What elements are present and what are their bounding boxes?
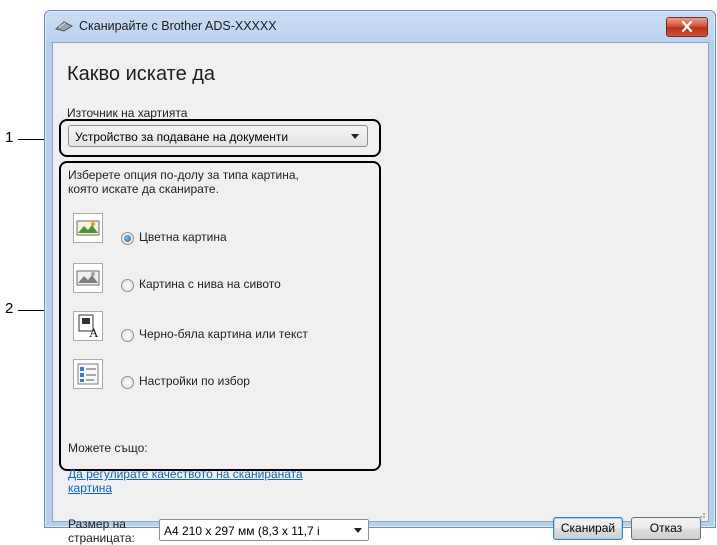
custom-settings-label[interactable]: Настройки по избор [139, 374, 250, 388]
resize-grip-icon[interactable] [696, 509, 706, 519]
close-button[interactable] [666, 17, 708, 37]
page-size-label-line: страницата: [68, 531, 135, 545]
picture-type-description: Изберете опция по-долу за типа картина, … [68, 168, 358, 196]
callout-2: 2 [5, 300, 14, 317]
description-line: Изберете опция по-долу за типа картина, [68, 168, 299, 182]
color-picture-label[interactable]: Цветна картина [139, 230, 227, 244]
grayscale-picture-label[interactable]: Картина с нива на сивото [139, 277, 281, 291]
link-line[interactable]: картина [68, 481, 358, 495]
description-line: която искате да сканирате. [68, 182, 219, 196]
paper-source-label: Източник на хартията [67, 106, 188, 120]
color-picture-icon[interactable] [73, 213, 103, 243]
title-bar: Сканирайте с Brother ADS-XXXXX [45, 11, 715, 41]
scan-dialog-window: Сканирайте с Brother ADS-XXXXX Какво иск… [44, 10, 716, 545]
black-white-text-radio[interactable] [121, 329, 134, 342]
page-title: Какво искате да [67, 63, 216, 85]
grayscale-picture-icon[interactable] [73, 263, 103, 293]
dialog-body: Какво искате да Източник на хартията Уст… [52, 42, 709, 545]
black-white-text-label[interactable]: Черно-бяла картина или текст [139, 327, 308, 341]
page-size-label: Размер на страницата: [68, 517, 135, 545]
page-size-dropdown[interactable]: A4 210 x 297 мм (8,3 x 11,7 i [159, 519, 369, 541]
also-label: Можете също: [68, 441, 148, 455]
custom-settings-icon[interactable] [73, 359, 103, 389]
window-title: Сканирайте с Brother ADS-XXXXX [79, 19, 277, 33]
scanner-icon [55, 21, 73, 32]
custom-settings-radio[interactable] [121, 376, 134, 389]
black-white-text-icon[interactable]: A [73, 311, 103, 341]
callout-1-outline [59, 119, 381, 157]
adjust-quality-link[interactable]: Да регулирате качеството на сканираната … [68, 467, 358, 495]
page-size-value: A4 210 x 297 мм (8,3 x 11,7 i [164, 524, 320, 538]
callout-2-outline [59, 161, 381, 471]
grayscale-picture-radio[interactable] [121, 279, 134, 292]
color-picture-radio[interactable] [121, 232, 134, 245]
svg-text:A: A [89, 325, 99, 340]
close-icon [681, 21, 693, 32]
callout-1: 1 [5, 129, 14, 146]
link-line[interactable]: Да регулирате качеството на сканираната [68, 467, 358, 481]
